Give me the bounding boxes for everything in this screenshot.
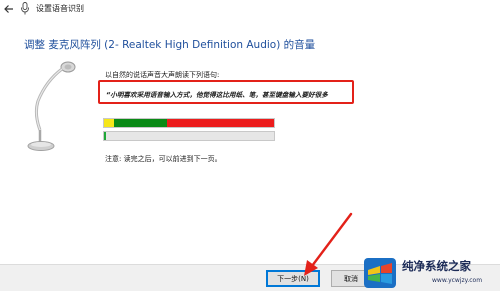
level-segment-2 bbox=[166, 119, 274, 127]
progress-fill bbox=[104, 132, 106, 140]
level-segment-1 bbox=[114, 119, 167, 127]
watermark-text: 纯净系统之家 bbox=[402, 259, 471, 273]
reading-instruction: 以自然的说话声音大声朗读下列语句: bbox=[105, 71, 220, 79]
reading-progress-meter bbox=[103, 131, 275, 141]
sample-sentence: “小明喜欢采用语音输入方式，他觉得这比用纸、笔，甚至键盘输入要好很多 bbox=[106, 91, 328, 99]
volume-level-meter bbox=[103, 118, 275, 128]
note-text: 注意: 读完之后，可以前进到下一页。 bbox=[105, 155, 222, 163]
page-title: 调整 麦克风阵列 (2- Realtek High Definition Aud… bbox=[24, 39, 316, 51]
back-arrow-icon[interactable] bbox=[3, 3, 15, 15]
sample-sentence-box: “小明喜欢采用语音输入方式，他觉得这比用纸、笔，甚至键盘输入要好很多 bbox=[98, 80, 354, 104]
pointer-arrow-icon bbox=[304, 212, 353, 276]
desk-microphone-icon bbox=[27, 61, 76, 151]
watermark-url: www.ycwjzy.com bbox=[432, 277, 483, 284]
microphone-icon bbox=[21, 2, 29, 15]
window-title: 设置语音识别 bbox=[36, 4, 84, 13]
level-segment-0 bbox=[104, 119, 115, 127]
title-bar: 设置语音识别 bbox=[0, 0, 500, 18]
